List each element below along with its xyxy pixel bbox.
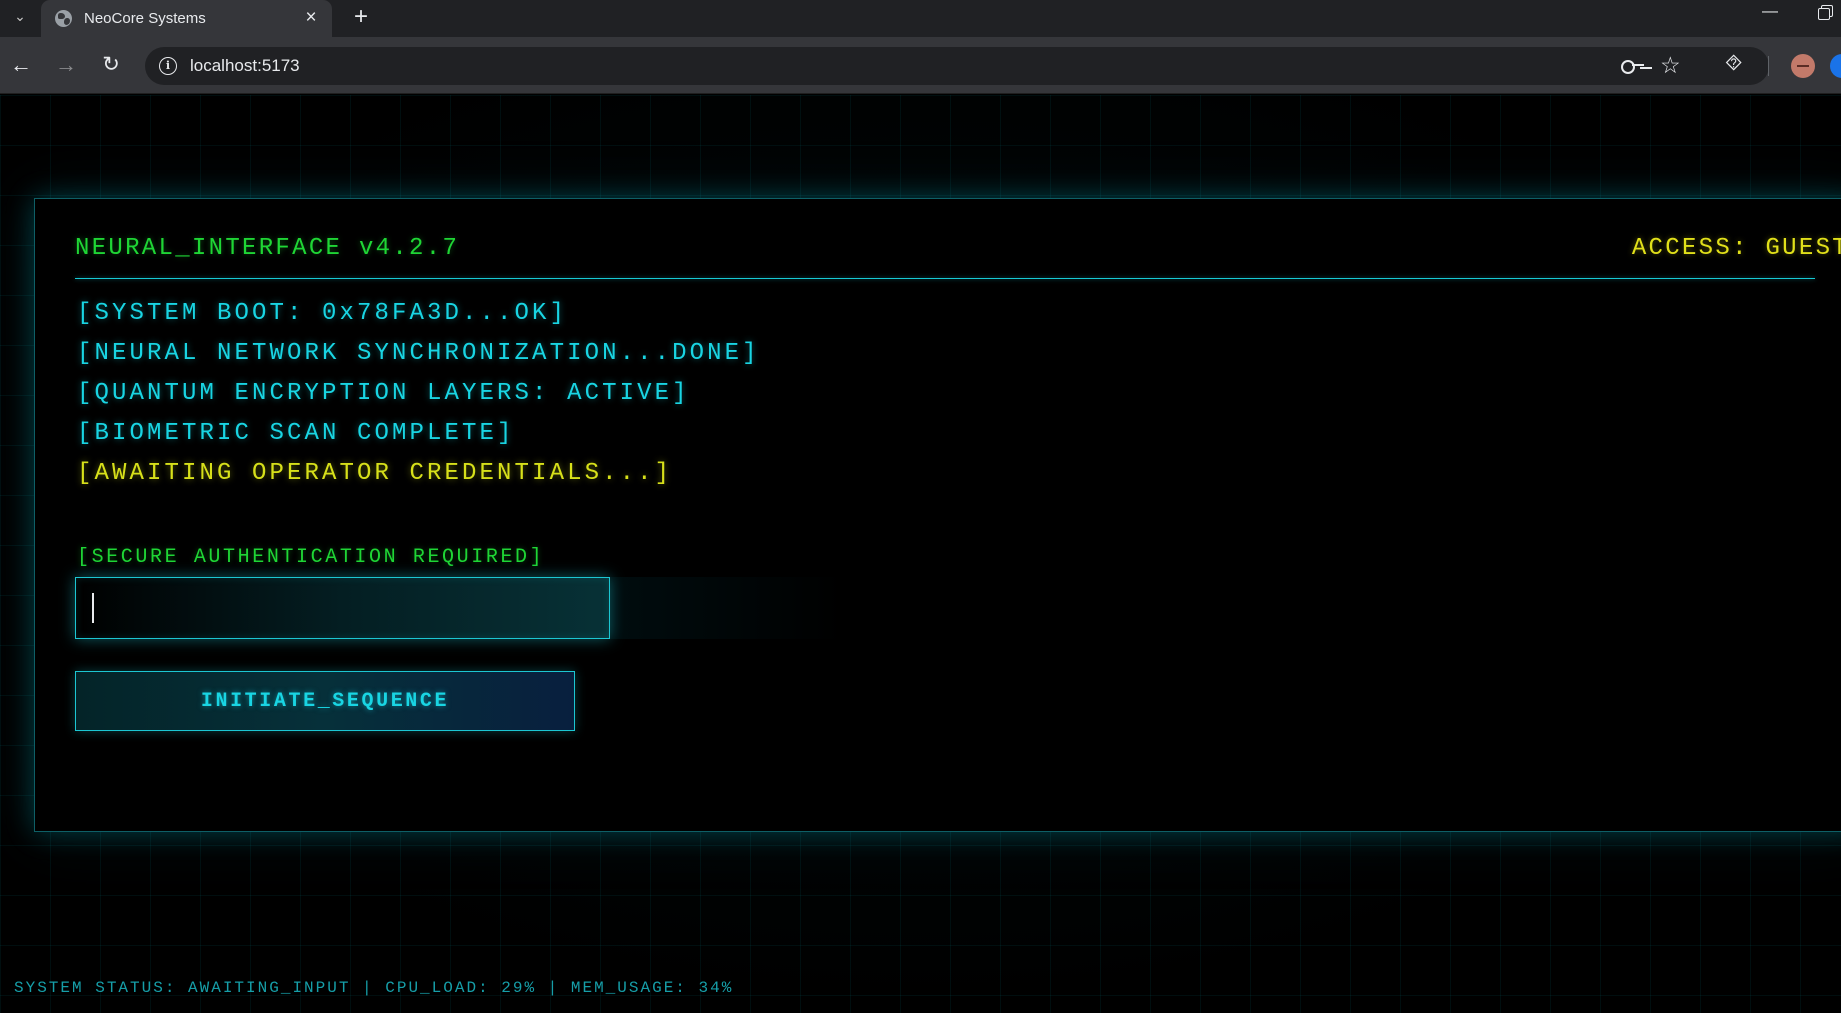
- info-icon[interactable]: i: [159, 57, 177, 75]
- boot-line-neural: [NEURAL NETWORK SYNCHRONIZATION...DONE]: [77, 340, 760, 367]
- browser-toolbar: ← → ↻ i localhost:5173 ☆ ⯑: [0, 37, 1841, 94]
- minimize-icon[interactable]: —: [1760, 3, 1780, 23]
- puzzle-icon[interactable]: ⯑: [1725, 50, 1742, 76]
- plus-icon[interactable]: +: [348, 5, 374, 31]
- key-icon[interactable]: [1621, 58, 1645, 74]
- star-icon[interactable]: ☆: [1660, 52, 1681, 78]
- boot-line-biometric: [BIOMETRIC SCAN COMPLETE]: [77, 420, 515, 447]
- close-icon[interactable]: ×: [301, 8, 321, 29]
- access-level: ACCESS: GUEST: [1631, 235, 1841, 262]
- restore-icon[interactable]: [1818, 5, 1833, 20]
- reload-icon[interactable]: ↻: [97, 51, 125, 79]
- interface-title: NEURAL_INTERFACE v4.2.7: [75, 235, 460, 262]
- url-text[interactable]: localhost:5173: [190, 56, 300, 76]
- globe-icon: [55, 10, 72, 27]
- boot-line-system: [SYSTEM BOOT: 0x78FA3D...OK]: [77, 300, 568, 327]
- browser-tab-strip: ⌄ NeoCore Systems × + —: [0, 0, 1841, 37]
- terminal-panel: NEURAL_INTERFACE v4.2.7 ACCESS: GUEST [S…: [34, 198, 1841, 832]
- text-caret: [92, 593, 94, 623]
- browser-tab[interactable]: NeoCore Systems ×: [41, 0, 332, 37]
- avatar-icon[interactable]: [1791, 54, 1815, 78]
- boot-line-awaiting: [AWAITING OPERATOR CREDENTIALS...]: [77, 460, 673, 487]
- tab-title: NeoCore Systems: [84, 10, 206, 27]
- credentials-input[interactable]: [75, 577, 610, 639]
- toolbar-divider: [1768, 56, 1769, 76]
- arrow-right-icon[interactable]: →: [52, 51, 80, 79]
- boot-line-encryption: [QUANTUM ENCRYPTION LAYERS: ACTIVE]: [77, 380, 690, 407]
- initiate-sequence-button[interactable]: INITIATE_SEQUENCE: [75, 671, 575, 731]
- address-bar[interactable]: i localhost:5173 ☆: [145, 47, 1769, 85]
- profile-badge-icon[interactable]: [1830, 54, 1841, 78]
- header-divider: [75, 278, 1815, 279]
- auth-label: [SECURE AUTHENTICATION REQUIRED]: [77, 546, 545, 569]
- arrow-left-icon[interactable]: ←: [7, 51, 35, 79]
- app-viewport: NEURAL_INTERFACE v4.2.7 ACCESS: GUEST [S…: [0, 95, 1841, 1013]
- system-status-bar: SYSTEM STATUS: AWAITING_INPUT | CPU_LOAD…: [14, 979, 734, 997]
- chevron-down-icon[interactable]: ⌄: [8, 4, 32, 28]
